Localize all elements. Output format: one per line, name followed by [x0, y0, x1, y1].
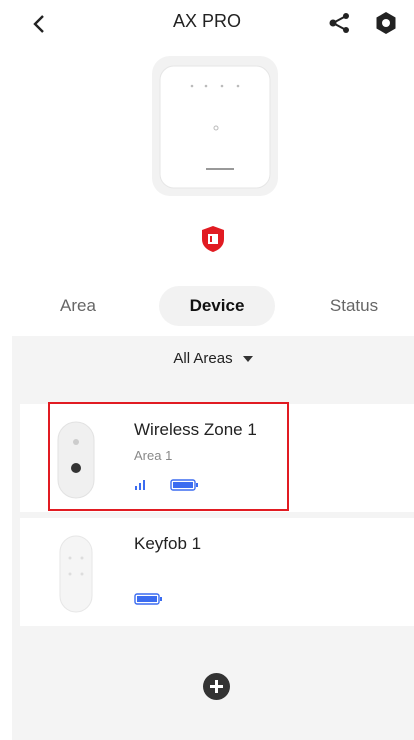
device-status-icons [135, 479, 198, 491]
device-card-wireless-zone[interactable]: Wireless Zone 1 Area 1 [20, 404, 414, 512]
device-name: Wireless Zone 1 [134, 420, 257, 439]
battery-icon [134, 593, 162, 605]
tab-area[interactable]: Area [38, 286, 118, 326]
tab-bar: Area Device Status [0, 286, 414, 326]
keyfob-thumbnail [59, 535, 93, 613]
add-device-button[interactable] [203, 673, 230, 700]
device-name: Keyfob 1 [134, 534, 202, 553]
armed-status-icon [202, 226, 224, 252]
signal-icon [135, 480, 145, 490]
device-status-icons [134, 593, 162, 605]
control-panel-image [152, 56, 278, 196]
tab-device[interactable]: Device [159, 286, 275, 326]
device-card-keyfob[interactable]: Keyfob 1 [20, 518, 414, 626]
area-filter-label: All Areas [173, 350, 233, 367]
area-filter-dropdown[interactable]: All Areas [12, 350, 414, 367]
detector-thumbnail [57, 421, 95, 499]
device-area: Area 1 [134, 448, 173, 463]
settings-icon[interactable] [373, 10, 399, 36]
caret-down-icon [242, 356, 253, 363]
app-header: AX PRO [0, 0, 414, 48]
share-icon[interactable] [328, 11, 352, 35]
battery-icon [170, 479, 198, 491]
tab-status[interactable]: Status [314, 286, 394, 326]
